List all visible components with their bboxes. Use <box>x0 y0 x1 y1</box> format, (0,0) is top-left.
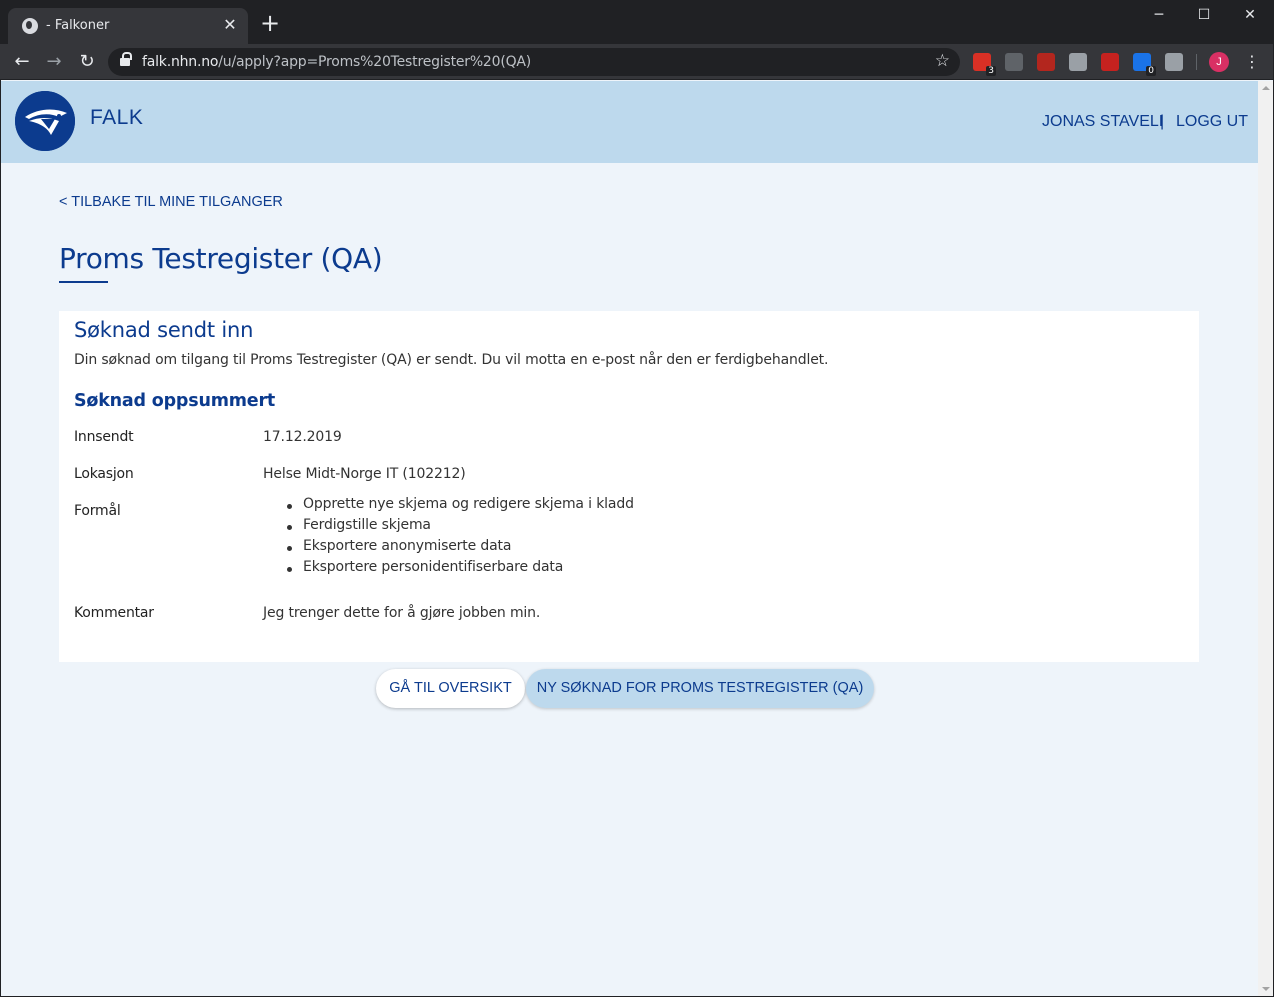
header-separator: | <box>1160 113 1165 130</box>
location-value: Helse Midt-Norge IT (102212) <box>263 466 466 482</box>
purpose-label: Formål <box>74 503 121 519</box>
flag-extension-icon[interactable] <box>1101 53 1119 71</box>
close-tab-icon[interactable]: ✕ <box>220 16 240 36</box>
calendar-extension-icon[interactable]: 3 <box>973 53 996 76</box>
purpose-item: Eksportere personidentifiserbare data <box>283 559 634 580</box>
lock-icon[interactable] <box>120 52 132 66</box>
logout-link[interactable]: LOGG UT <box>1176 113 1248 131</box>
browser-toolbar: ← → ↻ falk.nhn.no/u/apply?app=Proms%20Te… <box>0 44 1274 80</box>
browser-titlebar: - Falkoner ✕ + ─ ☐ ✕ <box>0 0 1274 44</box>
maximize-icon[interactable]: ☐ <box>1181 0 1227 30</box>
purpose-item: Opprette nye skjema og redigere skjema i… <box>283 496 634 517</box>
comment-label: Kommentar <box>74 605 154 621</box>
forward-arrow-icon[interactable]: → <box>42 50 66 74</box>
scroll-up-arrow-icon[interactable] <box>1262 86 1270 90</box>
profile-avatar[interactable]: J <box>1209 52 1229 72</box>
summary-title: Søknad oppsummert <box>74 391 276 411</box>
blue-extension-icon[interactable]: 0 <box>1133 53 1156 76</box>
confirmation-card: Søknad sendt inn Din søknad om tilgang t… <box>59 311 1199 662</box>
letter-extension-icon[interactable] <box>1165 53 1183 71</box>
globe-icon <box>22 18 38 34</box>
user-name-link[interactable]: JONAS STAVELI <box>1042 113 1163 131</box>
back-link[interactable]: < TILBAKE TIL MINE TILGANGER <box>59 194 283 210</box>
card-title: Søknad sendt inn <box>74 318 254 342</box>
minimize-icon[interactable]: ─ <box>1136 0 1182 30</box>
purpose-item: Eksportere anonymiserte data <box>283 538 634 559</box>
window-frame-left <box>0 80 1 997</box>
purpose-item: Ferdigstille skjema <box>283 517 634 538</box>
back-arrow-icon[interactable]: ← <box>10 50 34 74</box>
page-viewport: FALK JONAS STAVELI | LOGG UT < TILBAKE T… <box>1 81 1258 996</box>
url-text[interactable]: falk.nhn.no/u/apply?app=Proms%20Testregi… <box>142 54 531 70</box>
submitted-value: 17.12.2019 <box>263 429 342 445</box>
browser-tab[interactable]: - Falkoner ✕ <box>8 8 248 44</box>
title-underline <box>59 281 108 283</box>
drive-extension-icon[interactable] <box>1069 53 1087 71</box>
page-scrollbar[interactable] <box>1258 81 1273 996</box>
site-header: FALK JONAS STAVELI | LOGG UT <box>1 81 1258 163</box>
location-label: Lokasjon <box>74 466 134 482</box>
new-tab-icon[interactable]: + <box>258 11 282 36</box>
falk-logo[interactable] <box>15 91 75 151</box>
comment-value: Jeg trenger dette for å gjøre jobben min… <box>263 605 541 621</box>
scroll-down-arrow-icon[interactable] <box>1262 987 1270 991</box>
page-title: Proms Testregister (QA) <box>59 242 383 275</box>
tab-title: - Falkoner <box>46 18 110 33</box>
toolbar-separator <box>1196 54 1197 70</box>
reload-icon[interactable]: ↻ <box>75 50 99 74</box>
purpose-list: Opprette nye skjema og redigere skjema i… <box>283 496 634 580</box>
go-to-overview-button[interactable]: GÅ TIL OVERSIKT <box>376 669 525 708</box>
new-application-button[interactable]: NY SØKNAD FOR PROMS TESTREGISTER (QA) <box>526 669 874 708</box>
brand-name: FALK <box>90 106 144 129</box>
pdf-extension-icon[interactable] <box>1037 53 1055 71</box>
address-bar[interactable]: falk.nhn.no/u/apply?app=Proms%20Testregi… <box>108 48 960 76</box>
browser-menu-icon[interactable]: ⋮ <box>1242 50 1262 74</box>
submitted-label: Innsendt <box>74 429 134 445</box>
card-description: Din søknad om tilgang til Proms Testregi… <box>74 352 829 368</box>
close-window-icon[interactable]: ✕ <box>1227 0 1273 30</box>
grey-extension-icon[interactable] <box>1005 53 1023 71</box>
bookmark-star-icon[interactable]: ☆ <box>935 51 950 71</box>
